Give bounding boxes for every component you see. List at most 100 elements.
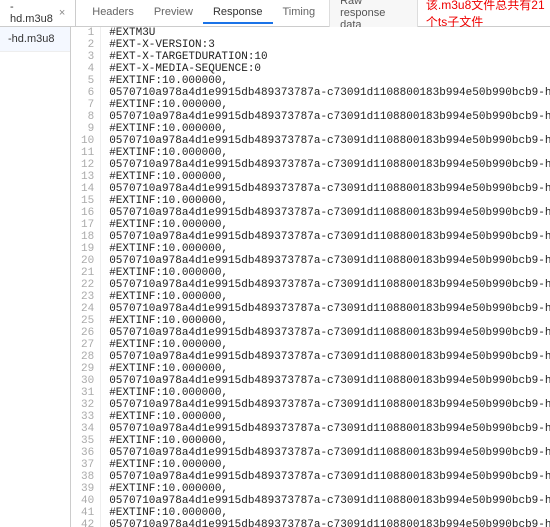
request-list: -hd.m3u8 <box>0 27 71 527</box>
line-number: 14 <box>71 183 101 195</box>
line-content: 0570710a978a4d1e9915db489373787a-c73091d… <box>101 495 550 507</box>
line-content: #EXT-X-VERSION:3 <box>101 39 550 51</box>
code-line: 15#EXTINF:10.000000, <box>71 195 550 207</box>
line-number: 29 <box>71 363 101 375</box>
line-number: 20 <box>71 255 101 267</box>
line-number: 33 <box>71 411 101 423</box>
code-line: 1#EXTM3U <box>71 27 550 39</box>
code-line: 120570710a978a4d1e9915db489373787a-c7309… <box>71 159 550 171</box>
tab-preview[interactable]: Preview <box>144 2 203 24</box>
request-row[interactable]: -hd.m3u8 <box>0 27 70 52</box>
line-content: 0570710a978a4d1e9915db489373787a-c73091d… <box>101 327 550 339</box>
code-line: 29#EXTINF:10.000000, <box>71 363 550 375</box>
line-content: #EXTINF:10.000000, <box>101 483 550 495</box>
line-number: 34 <box>71 423 101 435</box>
line-content: 0570710a978a4d1e9915db489373787a-c73091d… <box>101 87 550 99</box>
line-number: 41 <box>71 507 101 519</box>
code-line: 21#EXTINF:10.000000, <box>71 267 550 279</box>
line-content: #EXTINF:10.000000, <box>101 315 550 327</box>
code-line: 100570710a978a4d1e9915db489373787a-c7309… <box>71 135 550 147</box>
tab-response[interactable]: Response <box>203 2 273 24</box>
line-number: 21 <box>71 267 101 279</box>
line-content: #EXTINF:10.000000, <box>101 387 550 399</box>
line-number: 11 <box>71 147 101 159</box>
tab-headers[interactable]: Headers <box>82 2 144 24</box>
line-content: #EXT-X-TARGETDURATION:10 <box>101 51 550 63</box>
code-line: 80570710a978a4d1e9915db489373787a-c73091… <box>71 111 550 123</box>
code-line: 220570710a978a4d1e9915db489373787a-c7309… <box>71 279 550 291</box>
code-line: 5#EXTINF:10.000000, <box>71 75 550 87</box>
file-tab[interactable]: -hd.m3u8 × <box>0 0 76 26</box>
file-tab-label: -hd.m3u8 <box>10 1 53 25</box>
line-number: 4 <box>71 63 101 75</box>
code-line: 37#EXTINF:10.000000, <box>71 459 550 471</box>
line-content: #EXTINF:10.000000, <box>101 99 550 111</box>
line-content: 0570710a978a4d1e9915db489373787a-c73091d… <box>101 159 550 171</box>
line-number: 10 <box>71 135 101 147</box>
close-icon[interactable]: × <box>59 7 65 19</box>
code-line: 19#EXTINF:10.000000, <box>71 243 550 255</box>
code-line: 39#EXTINF:10.000000, <box>71 483 550 495</box>
line-number: 31 <box>71 387 101 399</box>
line-content: #EXTINF:10.000000, <box>101 219 550 231</box>
line-content: #EXTINF:10.000000, <box>101 339 550 351</box>
line-number: 7 <box>71 99 101 111</box>
line-content: #EXT-X-MEDIA-SEQUENCE:0 <box>101 63 550 75</box>
line-content: 0570710a978a4d1e9915db489373787a-c73091d… <box>101 255 550 267</box>
annotation-text: 该.m3u8文件总共有21个ts子文件 <box>426 0 550 30</box>
code-line: 25#EXTINF:10.000000, <box>71 315 550 327</box>
line-number: 25 <box>71 315 101 327</box>
response-body[interactable]: 1#EXTM3U2#EXT-X-VERSION:33#EXT-X-TARGETD… <box>71 27 550 527</box>
content-area: -hd.m3u8 1#EXTM3U2#EXT-X-VERSION:33#EXT-… <box>0 27 550 527</box>
line-number: 40 <box>71 495 101 507</box>
line-number: 1 <box>71 27 101 39</box>
line-content: 0570710a978a4d1e9915db489373787a-c73091d… <box>101 399 550 411</box>
line-number: 19 <box>71 243 101 255</box>
line-content: #EXTINF:10.000000, <box>101 171 550 183</box>
line-content: #EXTINF:10.000000, <box>101 459 550 471</box>
line-number: 8 <box>71 111 101 123</box>
line-content: 0570710a978a4d1e9915db489373787a-c73091d… <box>101 375 550 387</box>
line-number: 38 <box>71 471 101 483</box>
line-content: 0570710a978a4d1e9915db489373787a-c73091d… <box>101 279 550 291</box>
code-line: 2#EXT-X-VERSION:3 <box>71 39 550 51</box>
line-number: 22 <box>71 279 101 291</box>
code-line: 35#EXTINF:10.000000, <box>71 435 550 447</box>
line-number: 3 <box>71 51 101 63</box>
code-line: 360570710a978a4d1e9915db489373787a-c7309… <box>71 447 550 459</box>
code-line: 320570710a978a4d1e9915db489373787a-c7309… <box>71 399 550 411</box>
code-line: 260570710a978a4d1e9915db489373787a-c7309… <box>71 327 550 339</box>
code-line: 60570710a978a4d1e9915db489373787a-c73091… <box>71 87 550 99</box>
line-content: 0570710a978a4d1e9915db489373787a-c73091d… <box>101 471 550 483</box>
line-number: 2 <box>71 39 101 51</box>
line-number: 18 <box>71 231 101 243</box>
line-content: #EXTM3U <box>101 27 550 39</box>
code-line: 280570710a978a4d1e9915db489373787a-c7309… <box>71 351 550 363</box>
line-number: 23 <box>71 291 101 303</box>
line-content: #EXTINF:10.000000, <box>101 435 550 447</box>
line-number: 36 <box>71 447 101 459</box>
line-number: 30 <box>71 375 101 387</box>
line-content: 0570710a978a4d1e9915db489373787a-c73091d… <box>101 135 550 147</box>
code-line: 240570710a978a4d1e9915db489373787a-c7309… <box>71 303 550 315</box>
line-number: 6 <box>71 87 101 99</box>
line-number: 27 <box>71 339 101 351</box>
line-number: 13 <box>71 171 101 183</box>
line-number: 5 <box>71 75 101 87</box>
line-number: 32 <box>71 399 101 411</box>
line-number: 16 <box>71 207 101 219</box>
line-content: #EXTINF:10.000000, <box>101 411 550 423</box>
line-content: 0570710a978a4d1e9915db489373787a-c73091d… <box>101 231 550 243</box>
line-content: 0570710a978a4d1e9915db489373787a-c73091d… <box>101 423 550 435</box>
code-line: 340570710a978a4d1e9915db489373787a-c7309… <box>71 423 550 435</box>
line-content: 0570710a978a4d1e9915db489373787a-c73091d… <box>101 447 550 459</box>
line-content: 0570710a978a4d1e9915db489373787a-c73091d… <box>101 351 550 363</box>
tab-timing[interactable]: Timing <box>273 2 326 24</box>
code-line: 13#EXTINF:10.000000, <box>71 171 550 183</box>
line-content: #EXTINF:10.000000, <box>101 147 550 159</box>
line-number: 24 <box>71 303 101 315</box>
line-number: 35 <box>71 435 101 447</box>
line-number: 17 <box>71 219 101 231</box>
line-content: #EXTINF:10.000000, <box>101 195 550 207</box>
line-number: 9 <box>71 123 101 135</box>
